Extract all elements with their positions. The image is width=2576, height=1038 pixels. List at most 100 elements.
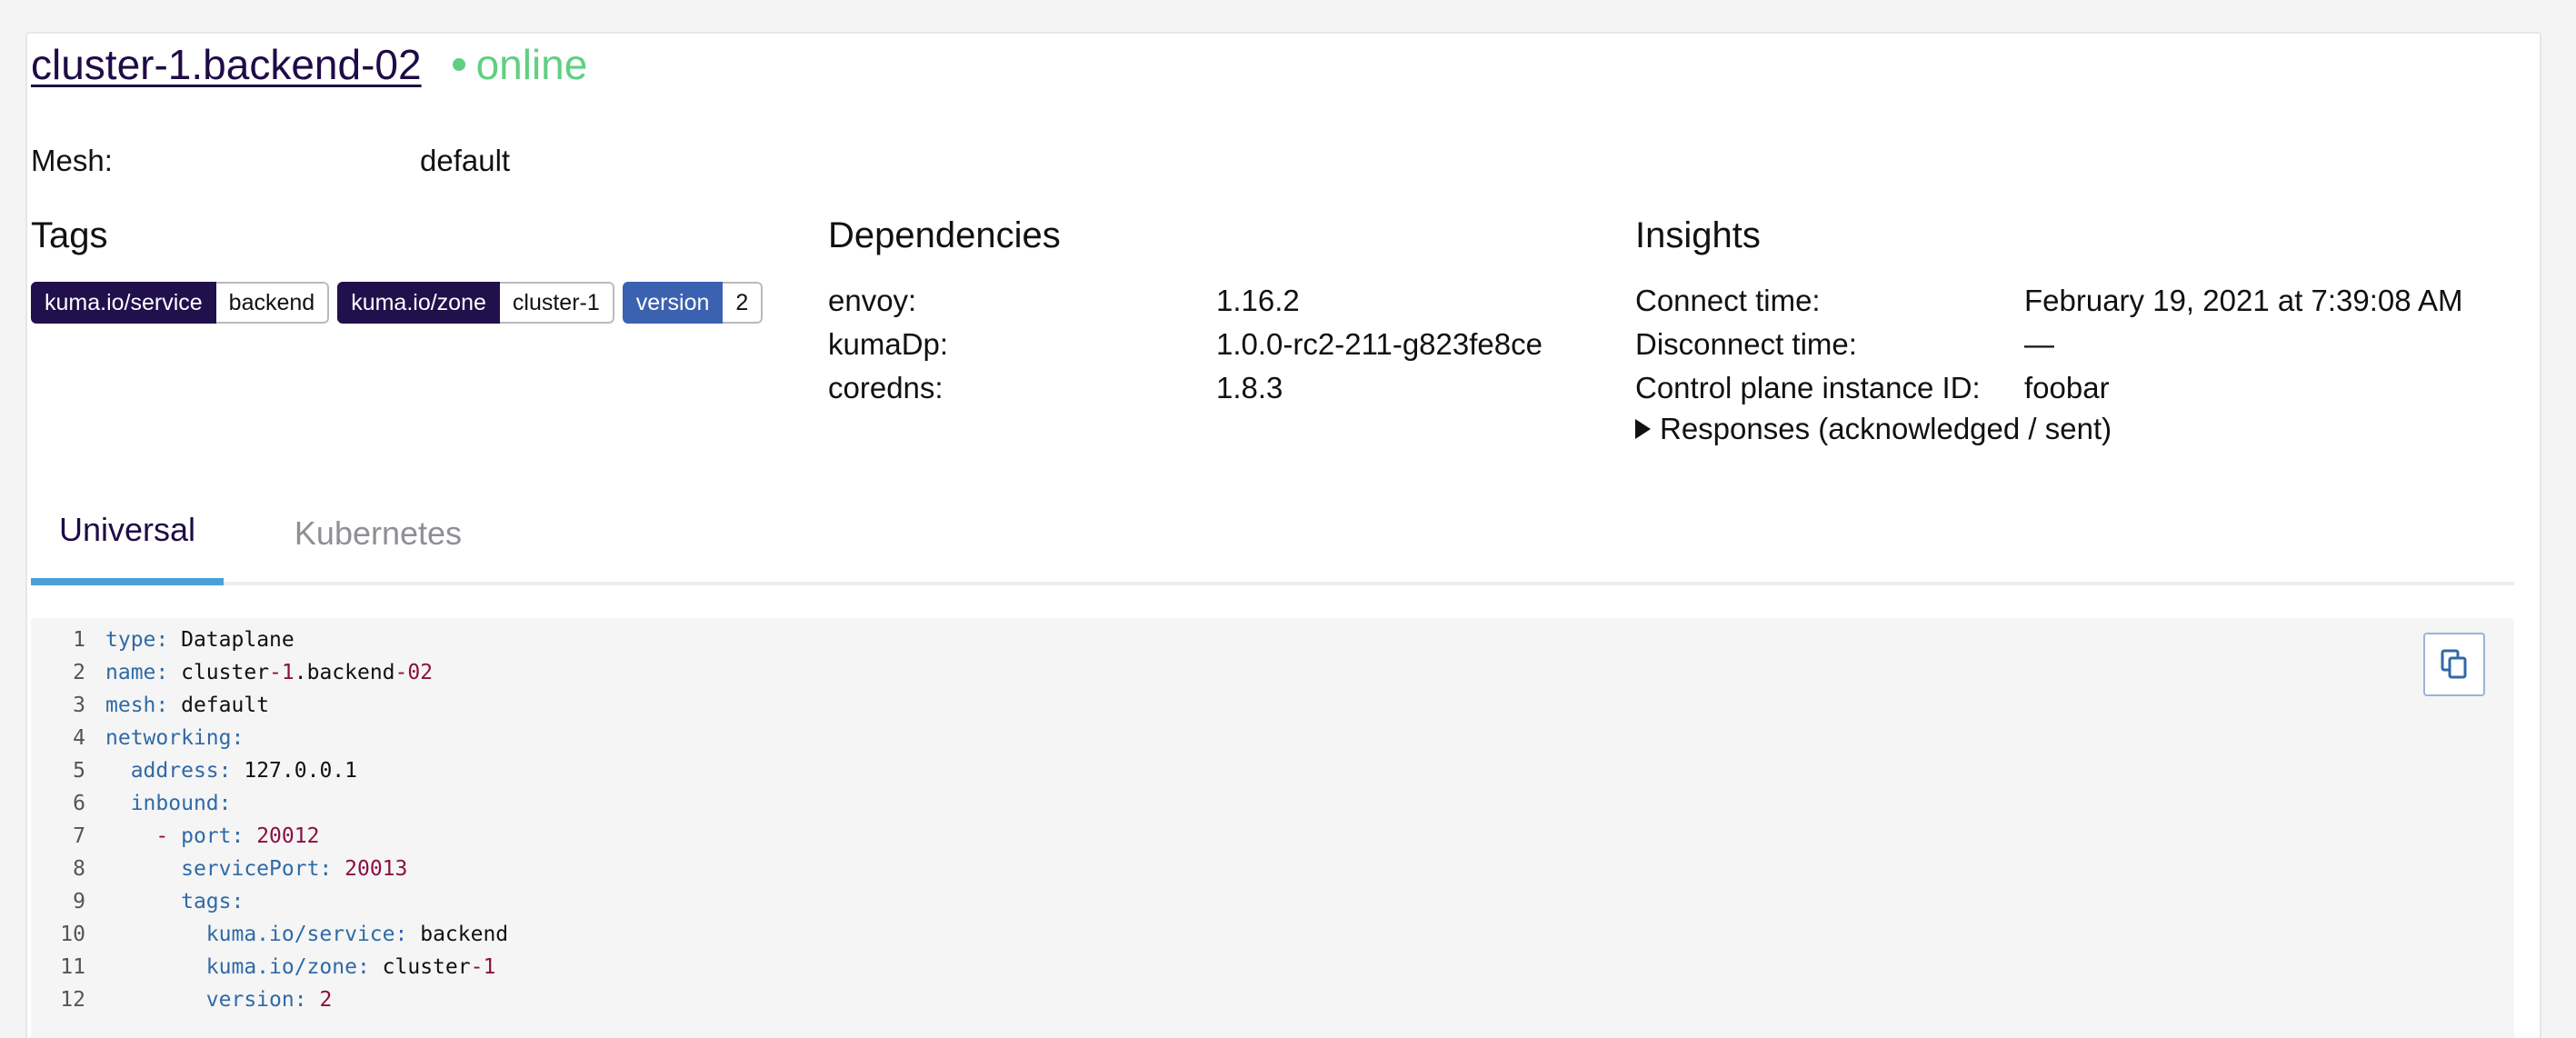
yaml-value: Dataplane [181,628,295,652]
dataplane-title-link[interactable]: cluster-1.backend-02 [31,40,422,89]
line-number: 6 [73,792,85,815]
dependency-row-kumadp: kumaDp: 1.0.0-rc2-211-g823fe8ce [828,323,1543,366]
tag-list: kuma.io/service backend kuma.io/zone clu… [31,282,764,324]
yaml-value: 2 [319,988,333,1012]
yaml-key: address [130,759,219,783]
line-number: 11 [60,955,85,979]
insight-value: February 19, 2021 at 7:39:08 AM [2024,284,2463,317]
yaml-value: 127.0.0.1 [244,759,357,783]
yaml-space [407,923,420,946]
tag-key: version [622,282,724,324]
insight-value: — [2024,327,2054,361]
page: cluster-1.backend-02 online Mesh: defaul… [0,0,2576,1038]
tag-key: kuma.io/zone [337,282,500,324]
yaml-space [168,661,181,684]
tag-key: kuma.io/service [31,282,216,324]
dependency-row-envoy: envoy: 1.16.2 [828,279,1543,323]
tag-value: cluster-1 [499,282,614,324]
insight-label: Disconnect time: [1635,327,1857,361]
yaml-colon: : [218,792,232,815]
yaml-key: tags [181,890,232,913]
yaml-space [307,988,320,1012]
dependency-value: 1.0.0-rc2-211-g823fe8ce [1216,327,1543,361]
format-tabs: Universal Kubernetes [31,482,2514,585]
yaml-key: mesh [105,694,156,717]
code-line: 4 networking: [31,722,508,754]
yaml-key: inbound [130,792,219,815]
mesh-row: Mesh: default [31,144,510,178]
yaml-space [232,759,245,783]
insight-row-connect-time: Connect time: February 19, 2021 at 7:39:… [1635,279,2462,323]
code-line: 7 - port: 20012 [31,820,508,853]
triangle-right-icon [1635,419,1651,439]
code-line: 11 kuma.io/zone: cluster-1 [31,951,508,983]
yaml-space [332,857,344,881]
yaml-colon: : [319,857,333,881]
yaml-colon: : [356,955,370,979]
tag-kuma-zone: kuma.io/zone cluster-1 [337,282,614,324]
dataplane-header: cluster-1.backend-02 online [31,40,587,89]
yaml-colon: : [231,726,245,750]
line-number: 2 [73,661,85,684]
tag-version: version 2 [622,282,764,324]
status-dot-icon [452,58,465,71]
status-text: online [475,41,588,88]
yaml-code-block: 1 type: Dataplane 2 name: cluster-1.backend… [31,618,2514,1038]
insight-value: foobar [2024,371,2110,404]
code-line: 8 servicePort: 20013 [31,853,508,885]
yaml-space [168,694,181,717]
insights-list: Connect time: February 19, 2021 at 7:39:… [1635,279,2462,410]
yaml-colon: : [294,988,307,1012]
line-number: 10 [60,923,85,946]
insight-row-disconnect-time: Disconnect time: — [1635,323,2462,366]
yaml-value: cluster-1.backend-02 [181,661,434,684]
yaml-value: default [181,694,270,717]
dependency-label: envoy: [828,284,917,317]
dependency-label: coredns: [828,371,944,404]
yaml-key: type [105,628,156,652]
dependency-value: 1.16.2 [1216,284,1300,317]
insight-label: Connect time: [1635,284,1821,317]
yaml-space [244,824,256,848]
tab-universal[interactable]: Universal [31,482,224,585]
mesh-label: Mesh: [31,144,113,177]
dependency-value: 1.8.3 [1216,371,1283,404]
dependency-label: kumaDp: [828,327,949,361]
yaml-value: 20012 [256,824,320,848]
yaml-value: backend [420,923,509,946]
insights-heading: Insights [1635,215,1761,255]
yaml-space [370,955,383,979]
responses-disclosure[interactable]: Responses (acknowledged / sent) [1635,412,2112,446]
yaml-colon: : [394,923,408,946]
tag-value: 2 [723,282,764,324]
code-lines: 1 type: Dataplane 2 name: cluster-1.backend… [31,624,508,1016]
yaml-key: kuma.io/zone [205,955,357,979]
line-number: 3 [73,694,85,717]
line-number: 8 [73,857,85,881]
yaml-colon: : [155,661,169,684]
yaml-key: servicePort [181,857,320,881]
tab-kubernetes[interactable]: Kubernetes [287,482,469,585]
yaml-colon: : [231,890,245,913]
status-indicator: online [452,40,588,89]
copy-button[interactable] [2423,633,2485,696]
tags-heading: Tags [31,215,108,255]
line-number: 5 [73,759,85,783]
insight-label: Control plane instance ID: [1635,371,1981,404]
dependency-row-coredns: coredns: 1.8.3 [828,366,1543,410]
code-line: 5 address: 127.0.0.1 [31,754,508,787]
list-dash: - [155,824,182,848]
line-number: 7 [73,824,85,848]
code-line: 1 type: Dataplane [31,624,508,656]
code-line: 9 tags: [31,885,508,918]
tag-kuma-service: kuma.io/service backend [31,282,330,324]
insight-row-control-plane-id: Control plane instance ID: foobar [1635,366,2462,410]
line-number: 9 [73,890,85,913]
